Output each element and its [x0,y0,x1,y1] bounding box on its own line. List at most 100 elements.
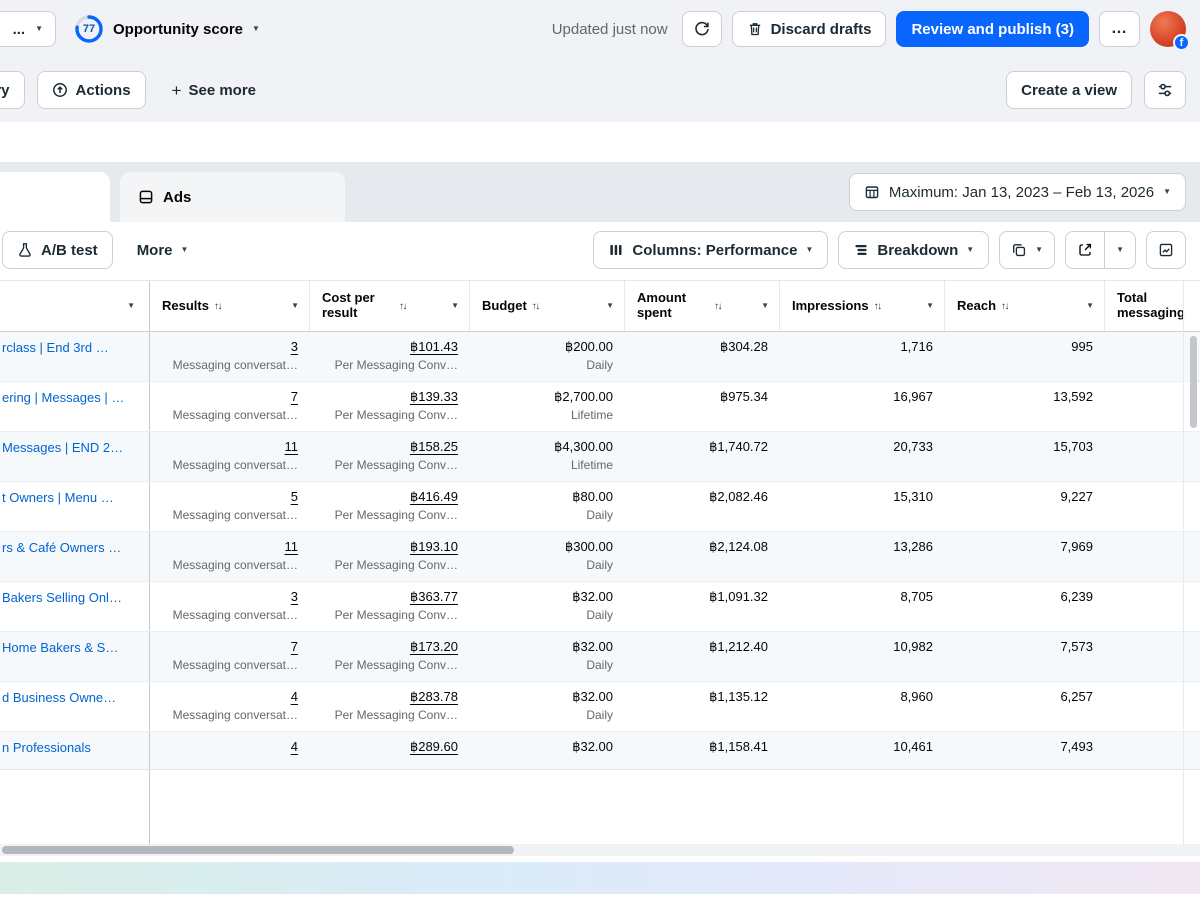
more-button[interactable]: More ▼ [123,231,203,269]
results-value[interactable]: 11 [285,439,299,454]
impressions-cell: 8,960 [780,682,945,731]
impressions-cell: 10,461 [780,732,945,770]
column-header-reach[interactable]: Reach ↑↓ ▼ [945,281,1105,331]
see-more-button[interactable]: + See more [158,71,270,109]
date-range-label: Maximum: Jan 13, 2023 – Feb 13, 2026 [889,184,1154,201]
budget-type: Daily [482,558,613,572]
results-value[interactable]: 11 [285,539,299,554]
impressions-value: 1,716 [792,339,933,355]
cost-per-result-value[interactable]: ฿416.49 [410,489,458,504]
column-header-name[interactable]: ▼ [0,281,150,331]
horizontal-scrollbar-thumb[interactable] [2,846,514,854]
chevron-down-icon: ▼ [600,302,614,310]
cost-per-result-value[interactable]: ฿158.25 [410,439,458,454]
column-header-total-messaging[interactable]: Total messaging [1105,281,1200,331]
budget-cell: ฿32.00 Daily [470,682,625,731]
truncated-left-button[interactable]: ery [0,71,25,109]
ad-name-link[interactable]: Home Bakers & S… [2,640,143,655]
cost-per-result-value[interactable]: ฿139.33 [410,389,458,404]
table-row[interactable]: Bakers Selling Onl… 3 Messaging conversa… [0,582,1200,632]
amount-spent-cell: ฿1,740.72 [625,432,780,481]
bottom-edge [0,894,1200,900]
results-value[interactable]: 7 [291,389,298,404]
amount-spent-value: ฿2,124.08 [637,539,768,555]
date-range-button[interactable]: Maximum: Jan 13, 2023 – Feb 13, 2026 ▼ [849,173,1186,211]
impressions-cell: 15,310 [780,482,945,531]
tab-adsets-truncated[interactable] [0,172,110,222]
export-button[interactable] [1066,232,1104,268]
export-options-button[interactable]: ▼ [1104,232,1135,268]
results-value[interactable]: 7 [291,639,298,654]
refresh-button[interactable] [682,11,722,47]
impressions-value: 8,960 [792,689,933,705]
ad-name-link[interactable]: n Professionals [2,740,143,755]
view-charts-button[interactable] [1146,231,1186,269]
table-row[interactable]: rs & Café Owners … 11 Messaging conversa… [0,532,1200,582]
results-value[interactable]: 3 [291,339,298,354]
ab-test-button[interactable]: A/B test [2,231,113,269]
column-header-impressions[interactable]: Impressions ↑↓ ▼ [780,281,945,331]
column-header-cost-per-result[interactable]: Cost per result ↑↓ ▼ [310,281,470,331]
filter-strip[interactable] [0,122,1200,162]
cost-per-result-value[interactable]: ฿283.78 [410,689,458,704]
create-view-button[interactable]: Create a view [1006,71,1132,109]
cost-per-result-cell: ฿158.25 Per Messaging Conv… [310,432,470,481]
score-value: 77 [74,14,104,44]
impressions-cell: 10,982 [780,632,945,681]
column-header-amount-spent[interactable]: Amount spent ↑↓ ▼ [625,281,780,331]
total-messaging-cell [1105,532,1200,581]
table-row[interactable]: Home Bakers & S… 7 Messaging conversat… … [0,632,1200,682]
more-options-button[interactable]: … [1099,11,1140,47]
table-row[interactable]: Messages | END 2… 11 Messaging conversat… [0,432,1200,482]
opportunity-score-control[interactable]: 77 Opportunity score ▼ [74,14,260,44]
table-row[interactable]: rclass | End 3rd … 3 Messaging conversat… [0,332,1200,382]
amount-spent-value: ฿1,091.32 [637,589,768,605]
table-row[interactable]: t Owners | Menu … 5 Messaging conversat…… [0,482,1200,532]
breakdown-button[interactable]: Breakdown ▼ [838,231,989,269]
results-value[interactable]: 3 [291,589,298,604]
ad-name-link[interactable]: rs & Café Owners … [2,540,143,555]
sort-icon: ↑↓ [1001,301,1008,312]
actions-button[interactable]: Actions [37,71,146,109]
cost-per-result-value[interactable]: ฿363.77 [410,589,458,604]
results-value[interactable]: 4 [291,689,298,704]
ad-name-link[interactable]: Messages | END 2… [2,440,143,455]
table-row[interactable]: n Professionals 4 ฿289.60 ฿32.00 ฿1,158.… [0,732,1200,770]
view-settings-button[interactable] [1144,71,1186,109]
table-row[interactable]: d Business Owne… 4 Messaging conversat… … [0,682,1200,732]
cost-per-result-type: Per Messaging Conv… [322,508,458,522]
name-cell: Bakers Selling Onl… [0,582,150,631]
column-header-budget[interactable]: Budget ↑↓ ▼ [470,281,625,331]
impressions-cell: 1,716 [780,332,945,381]
reach-cell: 7,573 [945,632,1105,681]
account-menu-button[interactable]: ... ▼ [0,11,56,47]
profile-avatar[interactable]: f [1150,11,1186,47]
ad-name-link[interactable]: t Owners | Menu … [2,490,143,505]
cost-per-result-value[interactable]: ฿173.20 [410,639,458,654]
review-publish-button[interactable]: Review and publish (3) [896,11,1089,47]
results-value[interactable]: 5 [291,489,298,504]
columns-icon [608,242,624,258]
budget-value: ฿4,300.00 [482,439,613,455]
ad-name-link[interactable]: rclass | End 3rd … [2,340,143,355]
cost-per-result-value[interactable]: ฿193.10 [410,539,458,554]
vertical-scrollbar[interactable] [1190,336,1197,428]
column-header-results[interactable]: Results ↑↓ ▼ [150,281,310,331]
ad-name-link[interactable]: d Business Owne… [2,690,143,705]
reports-button[interactable]: ▼ [999,231,1055,269]
budget-value: ฿2,700.00 [482,389,613,405]
name-cell: Home Bakers & S… [0,632,150,681]
discard-drafts-button[interactable]: Discard drafts [732,11,887,47]
cost-per-result-value[interactable]: ฿289.60 [410,739,458,754]
results-value[interactable]: 4 [291,739,298,754]
horizontal-scrollbar[interactable] [0,844,1200,856]
table-row[interactable]: ering | Messages | … 7 Messaging convers… [0,382,1200,432]
tab-ads[interactable]: Ads [120,172,345,222]
cost-per-result-value[interactable]: ฿101.43 [410,339,458,354]
ad-name-link[interactable]: ering | Messages | … [2,390,143,405]
ad-name-link[interactable]: Bakers Selling Onl… [2,590,143,605]
reach-value: 13,592 [957,389,1093,405]
reach-value: 9,227 [957,489,1093,505]
name-cell: d Business Owne… [0,682,150,731]
columns-button[interactable]: Columns: Performance ▼ [593,231,828,269]
